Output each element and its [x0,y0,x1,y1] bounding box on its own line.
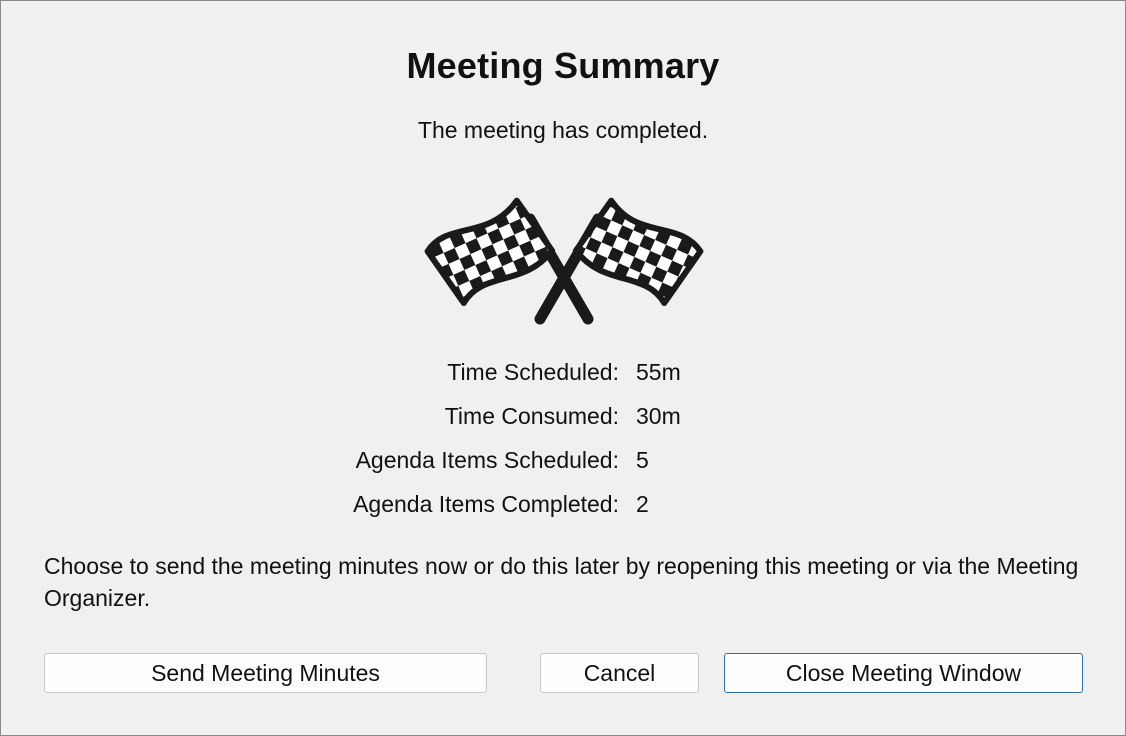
stat-label: Time Consumed: [444,403,619,429]
stat-label: Time Scheduled: [447,359,619,385]
meeting-summary-dialog: Meeting Summary The meeting has complete… [0,0,1126,736]
stat-agenda-items-scheduled: Agenda Items Scheduled: 5 [1,447,1125,481]
send-meeting-minutes-button[interactable]: Send Meeting Minutes [44,653,487,693]
stat-value: 5 [636,447,649,473]
dialog-subtitle: The meeting has completed. [417,117,709,143]
instruction-message: Choose to send the meeting minutes now o… [44,553,1079,611]
cancel-button[interactable]: Cancel [540,653,699,693]
close-meeting-window-button[interactable]: Close Meeting Window [724,653,1083,693]
dialog-title: Meeting Summary [406,45,720,86]
stat-agenda-items-completed: Agenda Items Completed: 2 [1,491,1125,525]
stat-time-scheduled: Time Scheduled: 55m [1,359,1125,393]
stat-value: 55m [636,359,681,385]
stat-value: 30m [636,403,681,429]
checkered-flags-icon [424,197,704,325]
stat-label: Agenda Items Scheduled: [355,447,619,473]
stat-time-consumed: Time Consumed: 30m [1,403,1125,437]
stat-value: 2 [636,491,649,517]
stat-label: Agenda Items Completed: [353,491,619,517]
